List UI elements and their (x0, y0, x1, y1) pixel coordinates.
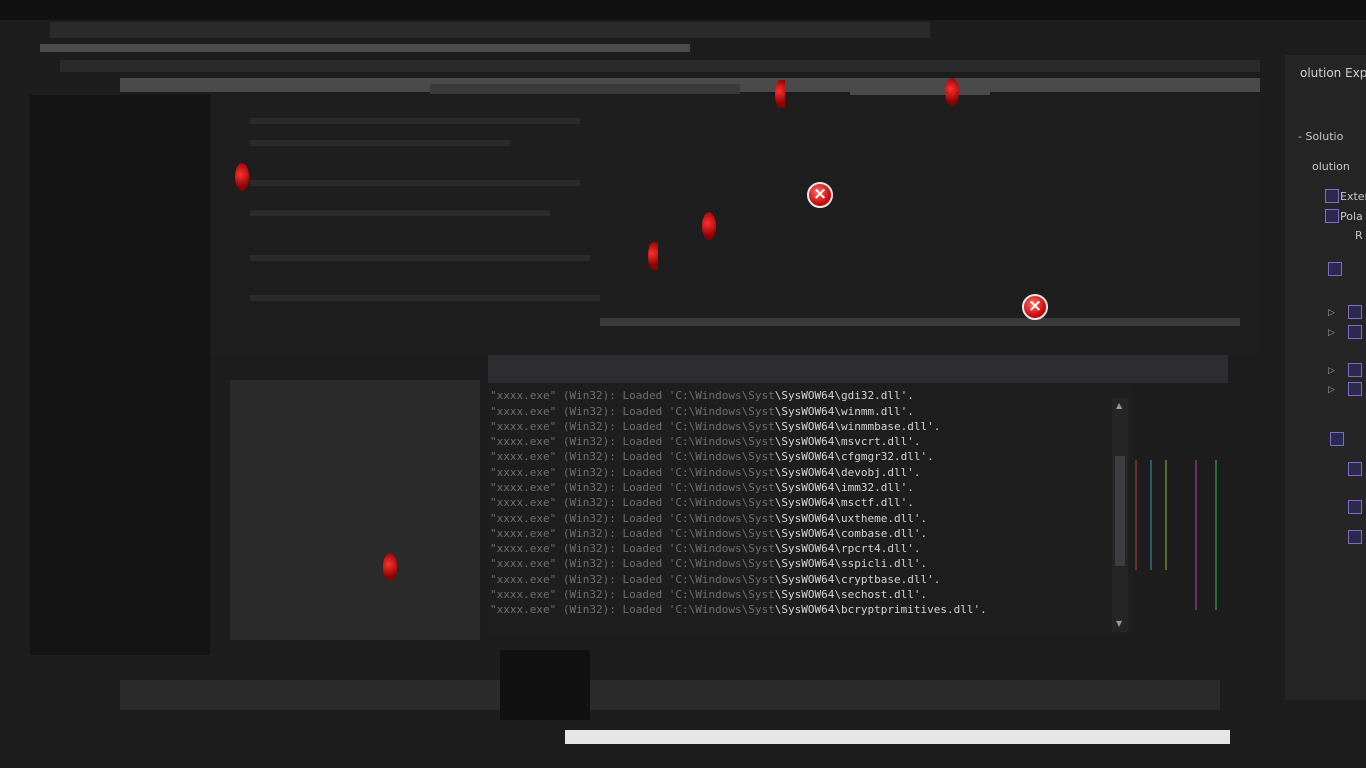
tree-item-external[interactable]: Exter (1340, 190, 1366, 204)
output-line: "xxxx.exe" (Win32): Loaded 'C:\Windows\S… (490, 435, 921, 448)
output-line: "xxxx.exe" (Win32): Loaded 'C:\Windows\S… (490, 588, 928, 601)
solution-explorer-panel (1285, 55, 1366, 700)
code-line (250, 180, 580, 186)
file-icon (1348, 305, 1362, 319)
menu-bar (50, 22, 930, 38)
code-line (250, 140, 510, 146)
breakpoint-icon[interactable] (648, 242, 658, 270)
output-line: "xxxx.exe" (Win32): Loaded 'C:\Windows\S… (490, 527, 928, 540)
output-panel: "xxxx.exe" (Win32): Loaded 'C:\Windows\S… (488, 385, 1133, 635)
project-icon (1325, 189, 1339, 203)
output-line: "xxxx.exe" (Win32): Loaded 'C:\Windows\S… (490, 496, 914, 509)
breakpoint-icon[interactable] (235, 163, 249, 191)
breakpoint-icon[interactable] (702, 212, 716, 240)
scroll-thumb[interactable] (1115, 456, 1125, 566)
file-icon (1348, 500, 1362, 514)
file-icon (1348, 325, 1362, 339)
expand-triangle-icon[interactable]: ▷ (1328, 366, 1335, 376)
scroll-up-icon[interactable]: ▲ (1116, 401, 1122, 411)
code-line (250, 118, 580, 124)
expand-triangle-icon[interactable]: ▷ (1328, 328, 1335, 338)
output-line: "xxxx.exe" (Win32): Loaded 'C:\Windows\S… (490, 512, 928, 525)
bottom-panel (120, 680, 1220, 710)
output-scrollbar[interactable]: ▲ ▼ (1112, 398, 1128, 632)
output-panel-header (488, 355, 1228, 383)
active-tab[interactable] (430, 84, 740, 94)
error-icon: × (1022, 294, 1048, 320)
solution-search-input[interactable]: olution (1312, 160, 1350, 174)
file-icon (1348, 462, 1362, 476)
project-icon (1325, 209, 1339, 223)
glitch-bar (1135, 460, 1137, 570)
output-line: "xxxx.exe" (Win32): Loaded 'C:\Windows\S… (490, 405, 914, 418)
output-line: "xxxx.exe" (Win32): Loaded 'C:\Windows\S… (490, 603, 987, 616)
file-icon (1348, 382, 1362, 396)
solution-explorer-title: olution Expl (1300, 66, 1366, 80)
glitch-bar (1150, 460, 1152, 570)
output-line: "xxxx.exe" (Win32): Loaded 'C:\Windows\S… (490, 389, 914, 402)
output-line: "xxxx.exe" (Win32): Loaded 'C:\Windows\S… (490, 542, 921, 555)
glitch-bar (1215, 460, 1217, 610)
error-icon: × (807, 182, 833, 208)
code-line (600, 318, 1240, 326)
code-editor[interactable] (210, 95, 1260, 355)
output-line: "xxxx.exe" (Win32): Loaded 'C:\Windows\S… (490, 450, 934, 463)
editor-gutter (30, 95, 210, 655)
solution-explorer-tab[interactable]: - Solutio (1298, 130, 1343, 144)
expand-triangle-icon[interactable]: ▷ (1328, 385, 1335, 395)
breakpoint-icon[interactable] (945, 78, 959, 106)
file-icon (1348, 363, 1362, 377)
expand-triangle-icon[interactable]: ▷ (1328, 308, 1335, 318)
title-bar (0, 0, 1366, 20)
editor-lower-area (230, 380, 480, 640)
code-line (250, 255, 590, 261)
tree-item-pola[interactable]: Pola (1340, 210, 1363, 224)
scroll-down-icon[interactable]: ▼ (1116, 619, 1122, 629)
output-line: "xxxx.exe" (Win32): Loaded 'C:\Windows\S… (490, 466, 921, 479)
code-line (250, 210, 550, 216)
file-icon (1348, 530, 1362, 544)
status-bar (565, 730, 1230, 744)
folder-icon (1328, 262, 1342, 276)
ide-window: × × × "xxxx.exe" (Win32): Loaded 'C:\Win… (0, 0, 1366, 768)
output-line: "xxxx.exe" (Win32): Loaded 'C:\Windows\S… (490, 557, 928, 570)
tree-item-r[interactable]: R (1355, 229, 1363, 243)
toolbar (60, 60, 1260, 72)
toolbar-streak (40, 44, 690, 52)
output-line: "xxxx.exe" (Win32): Loaded 'C:\Windows\S… (490, 573, 941, 586)
breakpoint-icon[interactable] (383, 553, 397, 581)
code-line (250, 295, 600, 301)
glitch-bar (1165, 460, 1167, 570)
bottom-block (500, 650, 590, 720)
output-line: "xxxx.exe" (Win32): Loaded 'C:\Windows\S… (490, 481, 914, 494)
glitch-bar (1195, 460, 1197, 610)
file-icon (1330, 432, 1344, 446)
output-line: "xxxx.exe" (Win32): Loaded 'C:\Windows\S… (490, 420, 941, 433)
breakpoint-icon[interactable] (775, 80, 785, 108)
